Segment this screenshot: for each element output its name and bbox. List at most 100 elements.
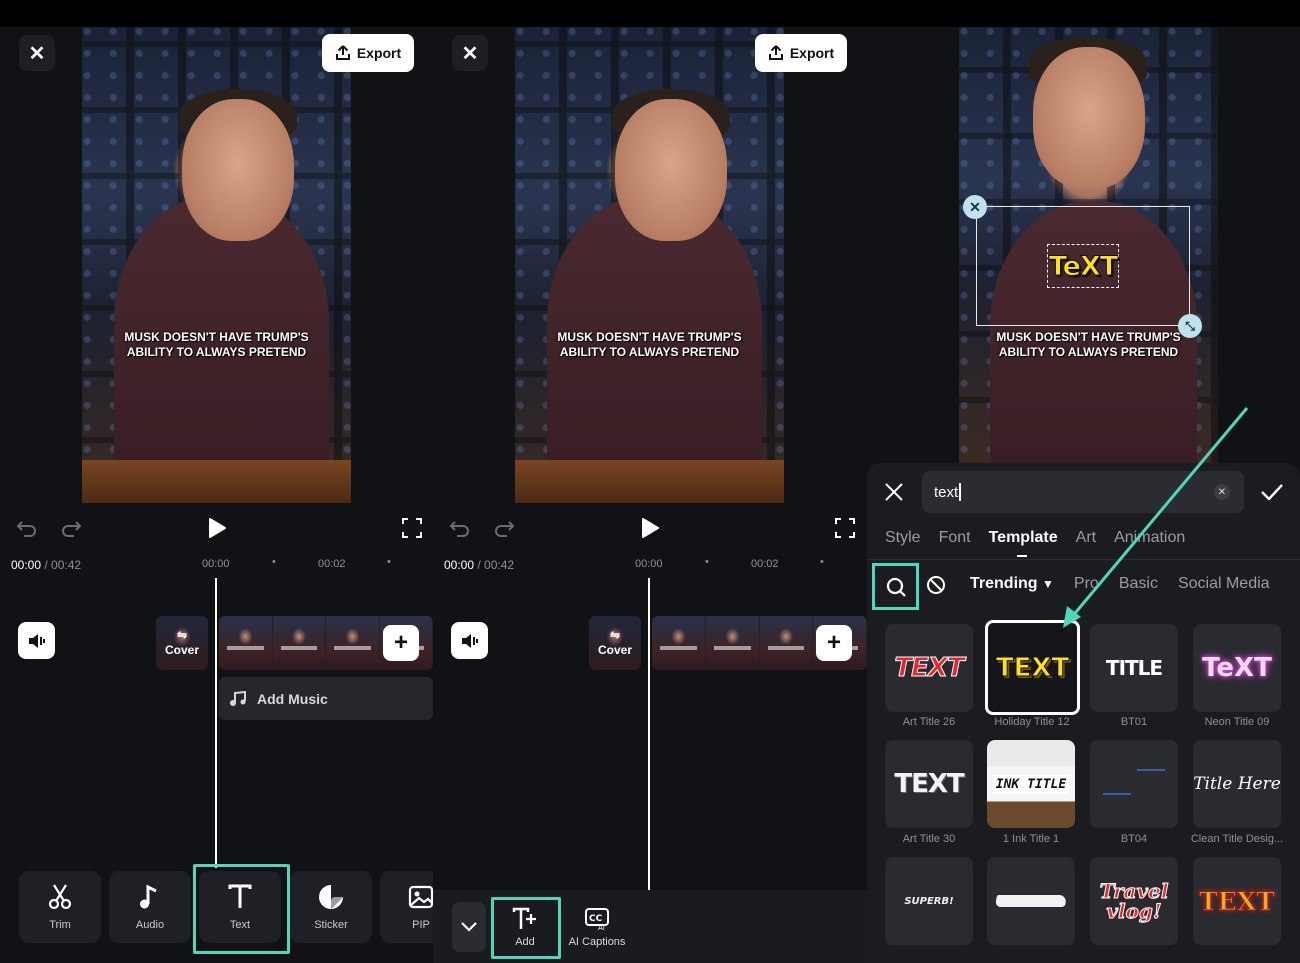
fullscreen-button[interactable] <box>400 516 424 540</box>
export-button[interactable]: Export <box>322 34 414 72</box>
clip-frame <box>326 616 380 670</box>
category-social-media[interactable]: Social Media <box>1178 575 1270 593</box>
checkmark-icon <box>1261 484 1283 500</box>
upload-icon <box>768 45 783 60</box>
video-preview[interactable]: MUSK DOESN'T HAVE TRUMP'S ABILITY TO ALWA… <box>515 27 784 503</box>
undo-button[interactable] <box>14 516 40 540</box>
clear-search-button[interactable]: ✕ <box>1214 484 1230 500</box>
template-art-title-26[interactable]: TEXT <box>885 624 973 712</box>
speaker-icon <box>461 633 478 648</box>
ruler-dot: • <box>820 556 824 568</box>
ai-captions-icon: CCAI <box>585 907 609 931</box>
tab-animation[interactable]: Animation <box>1114 529 1185 547</box>
divider <box>867 559 1300 560</box>
export-button[interactable]: Export <box>755 34 847 72</box>
template-preview: TEXT <box>1199 886 1276 916</box>
undo-icon <box>16 521 36 537</box>
tab-font[interactable]: Font <box>939 529 971 547</box>
template-brush-title[interactable] <box>987 857 1075 945</box>
playhead[interactable] <box>215 578 217 868</box>
text-overlay[interactable]: TeXT <box>1047 244 1119 288</box>
category-trending[interactable]: Trending ▼ <box>970 575 1054 593</box>
clip-frame <box>219 616 273 670</box>
template-clean-title[interactable]: Title Here <box>1193 740 1281 828</box>
ruler-mark: 00:02 <box>751 558 779 570</box>
collapse-button[interactable] <box>452 902 486 952</box>
template-art-title-30[interactable]: TEXT <box>885 740 973 828</box>
tab-style[interactable]: Style <box>885 529 921 547</box>
template-preview: TITLE <box>1105 656 1163 680</box>
cover-thumbnail[interactable]: ⇋ Cover <box>589 616 641 670</box>
template-preview: TEXT <box>995 652 1070 683</box>
add-clip-button[interactable]: + <box>816 625 852 661</box>
cover-thumbnail[interactable]: ⇋ Cover <box>156 616 208 670</box>
category-pro[interactable]: Pro <box>1074 575 1099 593</box>
template-search-input[interactable]: text ✕ <box>922 471 1244 513</box>
play-button[interactable] <box>204 515 230 541</box>
search-icon <box>886 577 906 597</box>
mute-toggle[interactable] <box>451 622 488 659</box>
none-button[interactable] <box>925 574 947 596</box>
fullscreen-icon <box>835 518 855 538</box>
tool-pip[interactable]: PIP <box>380 871 433 943</box>
text-icon <box>228 884 252 908</box>
template-travel-vlog[interactable]: Travel vlog! <box>1090 857 1178 945</box>
text-submenu-bar: Add CC AI AI Captions <box>433 890 867 963</box>
category-basic[interactable]: Basic <box>1119 575 1158 593</box>
template-bt01[interactable]: TITLE <box>1090 624 1178 712</box>
add-text-button[interactable]: Add <box>493 898 557 956</box>
add-music-button[interactable]: Add Music <box>219 677 433 720</box>
undo-button[interactable] <box>447 516 473 540</box>
swap-icon: ⇋ <box>176 628 188 642</box>
template-label: Clean Title Desig... <box>1190 833 1284 845</box>
template-preview: TeXT <box>1202 653 1272 683</box>
close-button[interactable]: ✕ <box>452 35 488 71</box>
tool-text[interactable]: Text <box>199 871 281 943</box>
confirm-button[interactable] <box>1259 479 1285 505</box>
video-caption: MUSK DOESN'T HAVE TRUMP'S ABILITY TO ALWA… <box>124 330 309 359</box>
tab-template[interactable]: Template <box>989 529 1058 557</box>
redo-icon <box>495 521 515 537</box>
close-button[interactable]: ✕ <box>19 35 55 71</box>
add-clip-button[interactable]: + <box>383 625 419 661</box>
ruler-dot: • <box>705 556 709 568</box>
tool-trim[interactable]: Trim <box>19 871 101 943</box>
svg-text:AI: AI <box>598 924 605 931</box>
music-note-icon <box>140 884 157 909</box>
template-neon-title-09[interactable]: TeXT <box>1193 624 1281 712</box>
search-templates-button[interactable] <box>872 563 919 610</box>
speaker-icon <box>28 633 45 648</box>
ai-captions-button[interactable]: CC AI AI Captions <box>567 898 627 956</box>
caret-down-icon: ▼ <box>1042 577 1054 591</box>
video-preview[interactable]: MUSK DOESN'T HAVE TRUMP'S ABILITY TO ALWA… <box>82 27 351 503</box>
fullscreen-button[interactable] <box>833 516 857 540</box>
redo-button[interactable] <box>491 516 517 540</box>
tab-art[interactable]: Art <box>1076 529 1096 547</box>
editor-panel-main: MUSK DOESN'T HAVE TRUMP'S ABILITY TO ALWA… <box>0 0 433 963</box>
tool-audio[interactable]: Audio <box>109 871 191 943</box>
scissors-icon <box>48 884 72 910</box>
clip-frame <box>759 616 814 670</box>
resize-handle[interactable]: ⤡ <box>1178 314 1202 338</box>
template-holiday-title-12[interactable]: TEXT <box>985 620 1080 715</box>
upload-icon <box>335 45 350 60</box>
close-sheet-button[interactable] <box>881 479 907 505</box>
editor-panel-templates: MUSK DOESN'T HAVE TRUMP'S ABILITY TO ALWA… <box>867 0 1300 963</box>
svg-text:CC: CC <box>589 914 603 924</box>
redo-button[interactable] <box>58 516 84 540</box>
template-ink-title-1[interactable]: INK TITLE <box>987 740 1075 828</box>
template-bt04[interactable] <box>1090 740 1178 828</box>
status-bar <box>433 0 867 27</box>
template-gold-text[interactable]: TEXT <box>1193 857 1281 945</box>
template-superb[interactable]: SUPERB! <box>885 857 973 945</box>
remove-text-button[interactable]: ✕ <box>963 195 987 219</box>
editor-panel-text-menu: MUSK DOESN'T HAVE TRUMP'S ABILITY TO ALWA… <box>433 0 867 963</box>
tool-sticker[interactable]: Sticker <box>290 871 372 943</box>
play-button[interactable] <box>637 515 663 541</box>
add-text-icon <box>512 907 536 929</box>
swap-icon: ⇋ <box>609 628 621 642</box>
playhead[interactable] <box>648 578 650 890</box>
mute-toggle[interactable] <box>18 622 55 659</box>
ruler-mark: 00:00 <box>202 558 230 570</box>
timecode: 00:00 / 00:42 <box>11 558 82 572</box>
